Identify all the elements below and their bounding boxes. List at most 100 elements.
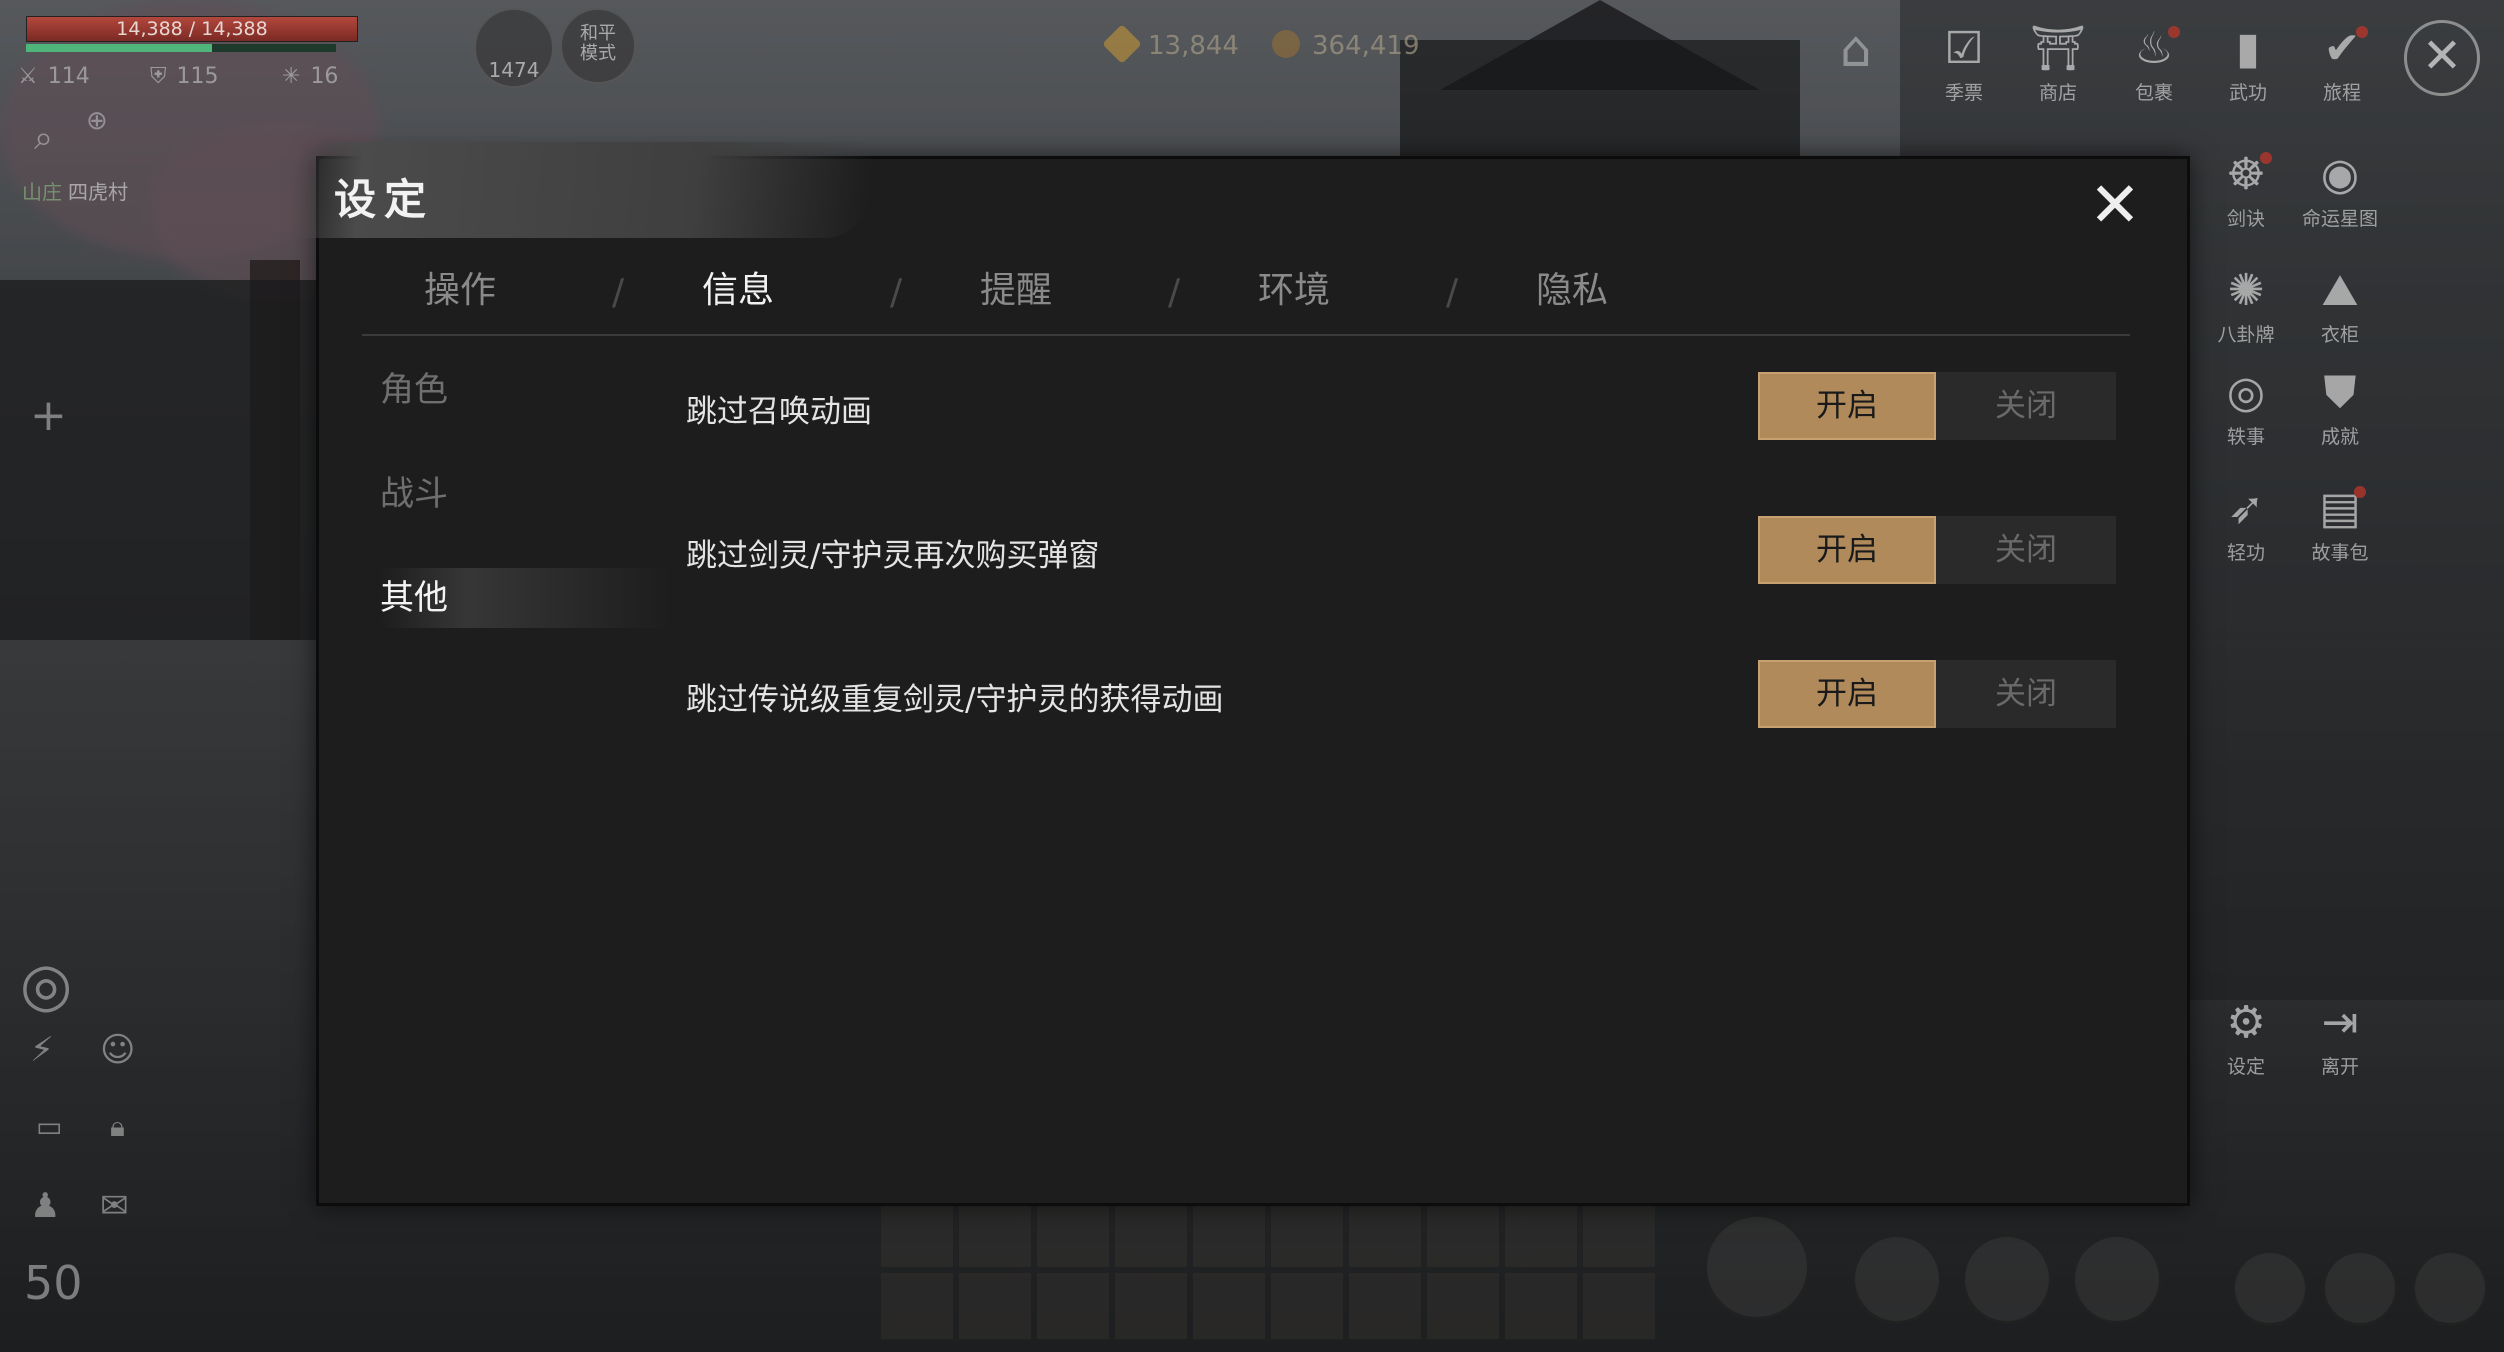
tab-2[interactable]: 信息 <box>658 256 818 326</box>
battery-icon: ▭ <box>36 1110 63 1143</box>
notification-dot <box>2260 152 2272 164</box>
menu-item-1[interactable]: ☑ 季票 <box>1924 22 2004 105</box>
tab-separator: / <box>890 272 903 313</box>
hotbar-slot[interactable] <box>1036 1200 1110 1268</box>
party-icon[interactable]: ☺ <box>100 1030 135 1070</box>
gear-icon: ⚙ <box>2226 997 2266 1048</box>
hotbar-slot[interactable] <box>958 1200 1032 1268</box>
attack-skill-button[interactable] <box>1704 1214 1810 1320</box>
star-value: 16 <box>310 64 339 89</box>
toggle-on-button[interactable]: 开启 <box>1758 660 1936 728</box>
toggle-on-button[interactable]: 开启 <box>1758 372 1936 440</box>
tab-4[interactable]: 环境 <box>1214 256 1374 326</box>
hotbar-slot[interactable] <box>1192 1200 1266 1268</box>
hotbar-slot[interactable] <box>1426 1200 1500 1268</box>
tab-1[interactable]: 操作 <box>380 256 540 326</box>
lightning-icon[interactable]: ⚡ <box>30 1030 54 1070</box>
hp-bar: 14,388 / 14,388 <box>26 16 358 42</box>
side-menu-item-2[interactable]: ◉ 命运星图 <box>2300 148 2380 231</box>
swirl-icon: ◉ <box>2320 149 2360 200</box>
tab-separator: / <box>612 272 625 313</box>
plus-icon[interactable]: + <box>30 390 67 441</box>
side-menu-item-9[interactable]: ⚙ 设定 <box>2206 996 2286 1079</box>
profile-icon[interactable]: ♟ <box>30 1186 60 1226</box>
search-icon[interactable]: ⌕ <box>34 118 53 158</box>
hotbar-slot[interactable] <box>1426 1272 1500 1340</box>
setting-label: 跳过剑灵/守护灵再次购买弹窗 <box>686 538 1100 574</box>
toggle-off-button[interactable]: 关闭 <box>1936 372 2116 440</box>
defense-stat: ⛨ 115 <box>150 64 219 89</box>
side-menu-item-4[interactable]: ⛰ 衣柜 <box>2300 264 2380 347</box>
gift-icon[interactable]: ⌂ <box>1840 20 1872 78</box>
side-menu-item-1[interactable]: ☸ 剑诀 <box>2206 148 2286 231</box>
shop-icon: ⛩ <box>2030 23 2086 74</box>
skill-button[interactable] <box>1852 1234 1942 1324</box>
power-button[interactable]: 1474 <box>474 8 554 88</box>
hotbar-slot[interactable] <box>958 1272 1032 1340</box>
hotbar-slot[interactable] <box>1348 1200 1422 1268</box>
location-name: 四虎村 <box>68 180 128 204</box>
radar-icon[interactable]: ◎ <box>20 950 72 1020</box>
tab-3[interactable]: 提醒 <box>936 256 1096 326</box>
star-icon: ✳ <box>282 64 301 89</box>
menu-item-2[interactable]: ⛩ 商店 <box>2018 22 2098 105</box>
setting-toggle: 开启 关闭 <box>1758 516 2116 584</box>
close-button[interactable]: ✕ <box>2080 170 2150 240</box>
hotbar-slot[interactable] <box>880 1272 954 1340</box>
side-menu-item-8[interactable]: ▤ 故事包 <box>2300 482 2380 565</box>
defense-value: 115 <box>176 64 219 89</box>
gold-currency: 13,844 <box>1102 24 1239 64</box>
achievement-icon: ⛊ <box>2323 367 2357 418</box>
menu-item-label: 设定 <box>2226 1056 2265 1078</box>
action-button[interactable] <box>2232 1250 2308 1326</box>
hotbar-slot[interactable] <box>1036 1272 1110 1340</box>
hotbar-slot[interactable] <box>1114 1200 1188 1268</box>
skill-button[interactable] <box>2072 1234 2162 1324</box>
chat-icon[interactable]: ✉ <box>100 1186 129 1226</box>
hotbar-slot[interactable] <box>1504 1272 1578 1340</box>
sidebar-item-1[interactable]: 角色 <box>380 360 670 420</box>
side-menu-item-6[interactable]: ⛊ 成就 <box>2300 366 2380 449</box>
hotbar-slot[interactable] <box>1270 1272 1344 1340</box>
tab-5[interactable]: 隐私 <box>1492 256 1652 326</box>
side-menu-item-5[interactable]: ◎ 轶事 <box>2206 366 2286 449</box>
lock-icon[interactable]: 🔒︎ <box>110 1110 125 1144</box>
journey-icon: ✔ <box>2323 23 2361 74</box>
hotbar-slot[interactable] <box>1504 1200 1578 1268</box>
action-button[interactable] <box>2412 1250 2488 1326</box>
tab-separator: / <box>1446 272 1459 313</box>
bag-icon: ♨ <box>2134 23 2174 74</box>
menu-item-4[interactable]: ▮ 武功 <box>2208 22 2288 105</box>
menu-item-5[interactable]: ✔ 旅程 <box>2302 22 2382 105</box>
skill-button[interactable] <box>1962 1234 2052 1324</box>
swords-icon: ⚔ <box>18 64 38 89</box>
gold-value: 13,844 <box>1148 31 1239 61</box>
close-hud-icon[interactable]: ✕ <box>2404 20 2480 96</box>
hotbar-slot[interactable] <box>1582 1200 1656 1268</box>
hotbar-slot[interactable] <box>1582 1272 1656 1340</box>
menu-item-label: 八卦牌 <box>2217 324 2275 346</box>
sidebar-item-2[interactable]: 战斗 <box>380 464 670 524</box>
sidebar-item-3[interactable]: 其他 <box>380 568 670 628</box>
toggle-off-button[interactable]: 关闭 <box>1936 516 2116 584</box>
location-badge: 山庄 <box>22 180 62 204</box>
hotbar-slot[interactable] <box>1192 1272 1266 1340</box>
toggle-off-button[interactable]: 关闭 <box>1936 660 2116 728</box>
hotbar-slot[interactable] <box>1270 1200 1344 1268</box>
side-menu-item-10[interactable]: ⇥ 离开 <box>2300 996 2380 1079</box>
hotbar-slot[interactable] <box>1114 1272 1188 1340</box>
action-button[interactable] <box>2322 1250 2398 1326</box>
hotbar-slot[interactable] <box>1348 1272 1422 1340</box>
side-menu-item-3[interactable]: ✺ 八卦牌 <box>2206 264 2286 347</box>
settings-tabs: 操作 / 信息 / 提醒 / 环境 / 隐私 <box>380 256 2130 336</box>
add-friend-icon[interactable]: ⊕ <box>86 106 108 136</box>
menu-item-label: 离开 <box>2320 1056 2359 1078</box>
menu-item-3[interactable]: ♨ 包裹 <box>2114 22 2194 105</box>
notification-dot <box>2168 26 2180 38</box>
side-menu-item-7[interactable]: ➶ 轻功 <box>2206 482 2286 565</box>
toggle-on-button[interactable]: 开启 <box>1758 516 1936 584</box>
menu-item-label: 命运星图 <box>2301 208 2378 230</box>
peace-mode-button[interactable]: 和平 模式 <box>560 8 636 84</box>
hotbar-slot[interactable] <box>880 1200 954 1268</box>
menu-item-label: 剑诀 <box>2226 208 2265 230</box>
